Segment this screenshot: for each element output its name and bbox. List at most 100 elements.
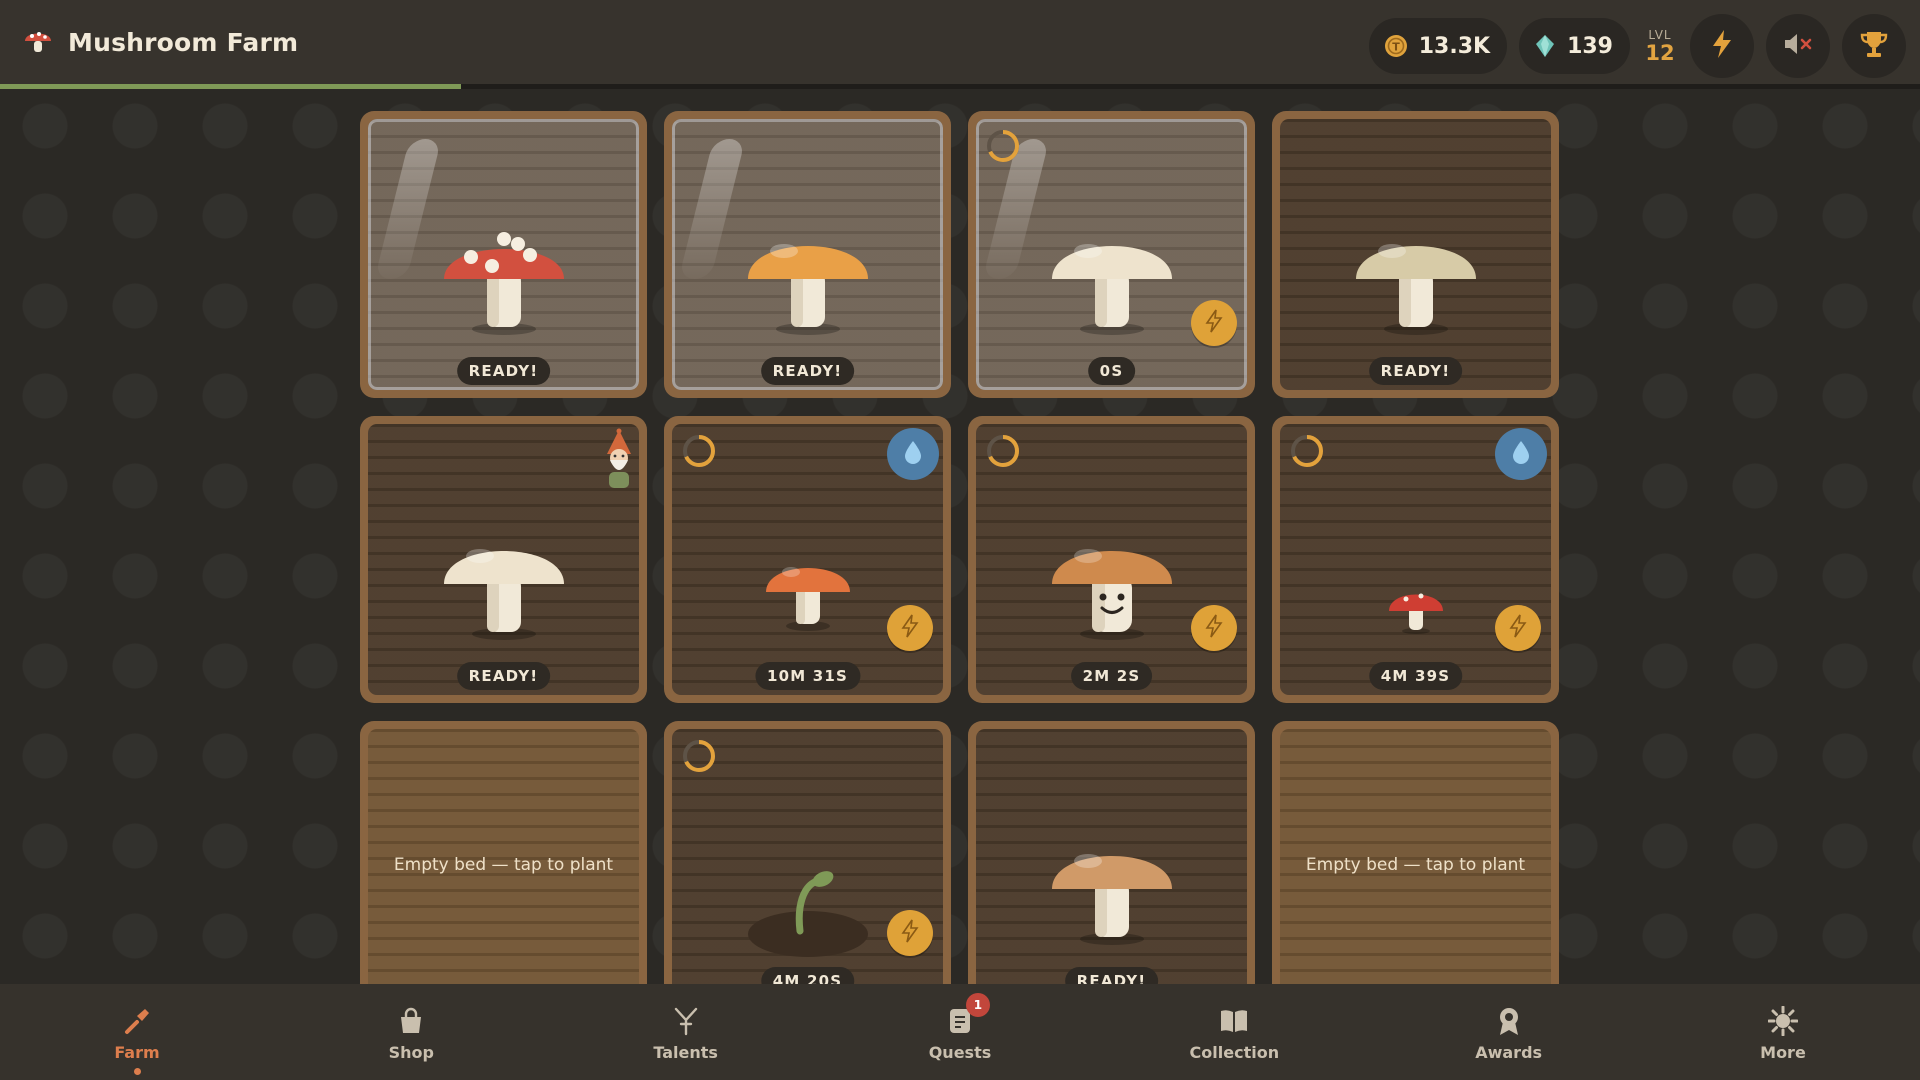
gem-icon [1533,33,1557,59]
water-drop-icon [1511,439,1531,469]
bottom-navigation: Farm Shop Talents Quests 1 Collection Awards Mo… [0,984,1920,1080]
nav-label: Shop [388,1043,434,1062]
mushroom-icon [443,532,564,646]
lightning-icon [900,614,920,642]
level-value: 12 [1645,40,1675,65]
bed-status-label: READY! [1368,357,1463,385]
mushroom-bed[interactable]: Empty bed — tap to plant [360,721,647,1008]
nav-item-farm[interactable]: Farm [81,984,193,1080]
farm-grid: READY! READY! 0S READY! READY! 10M 31S 2… [360,111,1559,1008]
mushroom-bed[interactable]: READY! [664,111,951,398]
notification-badge: 1 [965,993,990,1017]
growth-timer-ring-icon [986,434,1020,468]
lightning-icon [1508,614,1528,642]
mushroom-bed[interactable]: 10M 31S [664,416,951,703]
mushroom-icon [1355,227,1476,341]
empty-bed-text: Empty bed — tap to plant [393,854,614,875]
coins-counter[interactable]: T 13.3K [1368,18,1508,74]
trophy-icon [1859,29,1889,63]
bed-status-label: 10M 31S [754,662,861,690]
coins-value: 13.3K [1418,33,1491,59]
mushroom-bed[interactable]: 4M 20S [664,721,951,1008]
mushroom-bed[interactable]: 0S [968,111,1255,398]
lightning-icon [1204,614,1224,642]
speed-up-button[interactable] [887,910,933,956]
speed-up-button[interactable] [1191,605,1237,651]
speed-up-button[interactable] [1495,605,1541,651]
bed-status-label: 4M 39S [1368,662,1463,690]
mushroom-bed[interactable]: READY! [360,416,647,703]
nav-label: More [1760,1043,1806,1062]
gear-icon [1767,1005,1798,1037]
mushroom-icon [1051,837,1172,951]
bed-status-label: READY! [456,357,551,385]
top-bar: Mushroom Farm T 13.3K 139 LVL 12 [0,0,1920,84]
nav-item-shop[interactable]: Shop [355,984,467,1080]
nav-item-awards[interactable]: Awards [1453,984,1565,1080]
bed-soil: 4M 39S [1280,424,1551,695]
mushroom-icon [1051,227,1172,341]
gems-value: 139 [1567,33,1613,59]
leaderboard-button[interactable] [1842,14,1906,78]
nav-label: Collection [1189,1043,1280,1062]
growth-timer-ring-icon [682,739,716,773]
bed-soil: READY! [976,729,1247,1000]
nav-label: Awards [1475,1043,1543,1062]
glass-cover-shine [678,139,746,279]
bed-soil: Empty bed — tap to plant [368,729,639,1000]
book-icon [1219,1005,1249,1037]
mushroom-bed[interactable]: Empty bed — tap to plant [1272,721,1559,1008]
growth-timer-ring-icon [986,129,1020,163]
speed-up-button[interactable] [887,605,933,651]
brand: Mushroom Farm [22,24,298,60]
empty-bed-text: Empty bed — tap to plant [1305,854,1526,875]
growth-timer-ring-icon [1290,434,1324,468]
bed-soil: 4M 20S [672,729,943,1000]
lightning-icon [900,919,920,947]
energy-button[interactable] [1690,14,1754,78]
bed-status-label: READY! [456,662,551,690]
active-indicator-dot [133,1068,141,1075]
mute-button[interactable] [1766,14,1830,78]
shovel-icon [123,1005,151,1037]
nav-item-more[interactable]: More [1727,984,1839,1080]
speed-up-button[interactable] [1191,300,1237,346]
gems-counter[interactable]: 139 [1519,18,1630,74]
mushroom-icon [443,227,564,341]
mushroom-bed[interactable]: READY! [968,721,1255,1008]
mushroom-icon [747,227,868,341]
bed-soil: READY! [368,424,639,695]
bed-soil: 0S [976,119,1247,390]
nav-item-talents[interactable]: Talents [630,984,742,1080]
glass-cover-shine [374,139,442,279]
nav-label: Quests [928,1043,992,1062]
water-button[interactable] [1495,428,1547,480]
level-label: LVL [1648,27,1672,42]
gnome-helper-icon[interactable] [601,428,637,496]
svg-text:T: T [1392,41,1400,54]
nav-item-collection[interactable]: Collection [1178,984,1290,1080]
growth-timer-ring-icon [682,434,716,468]
mushroom-icon [1051,532,1172,646]
lightning-icon [1709,29,1735,63]
hud: T 13.3K 139 LVL 12 [1368,14,1906,78]
mushroom-bed[interactable]: READY! [1272,111,1559,398]
bed-soil: READY! [672,119,943,390]
shopping-bag-icon [398,1005,424,1037]
mushroom-icon [763,554,853,638]
sprout-icon [743,851,873,965]
nav-label: Farm [114,1043,160,1062]
bed-soil: 10M 31S [672,424,943,695]
mushroom-bed[interactable]: READY! [360,111,647,398]
nav-item-quests[interactable]: Quests 1 [904,984,1016,1080]
bed-soil: READY! [368,119,639,390]
bed-status-label: READY! [760,357,855,385]
mushroom-logo-icon [22,24,54,60]
bed-soil: READY! [1280,119,1551,390]
mushroom-bed[interactable]: 2M 2S [968,416,1255,703]
nav-label: Talents [653,1043,718,1062]
mushroom-bed[interactable]: 4M 39S [1272,416,1559,703]
water-button[interactable] [887,428,939,480]
bed-status-label: 2M 2S [1070,662,1153,690]
speaker-muted-icon [1782,31,1814,61]
